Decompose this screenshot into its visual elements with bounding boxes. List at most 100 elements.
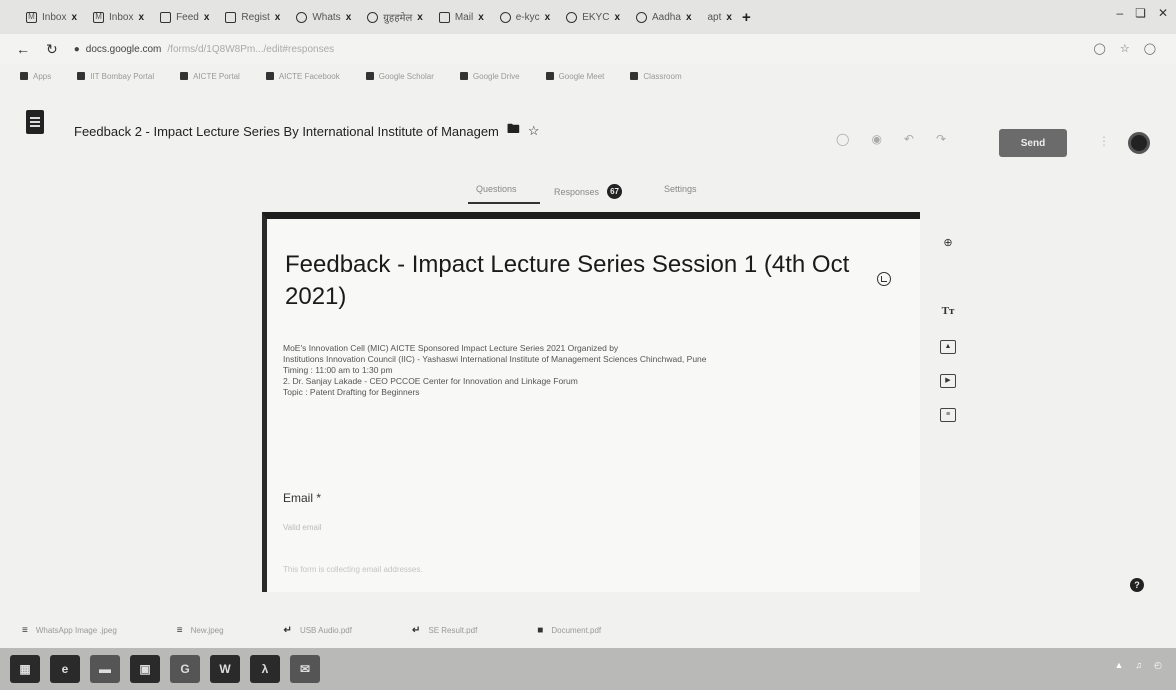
browser-tab[interactable]: apt x: [702, 5, 738, 29]
close-window-icon[interactable]: ✕: [1158, 6, 1168, 20]
browser-tabstrip: M Inbox x M Inbox x Feed x Regist x Whats x ग्र…: [0, 0, 1176, 34]
browser-tab[interactable]: Feed x: [154, 5, 215, 29]
browser-tab[interactable]: Mail x: [433, 5, 490, 29]
bookmark-star-icon[interactable]: ☆: [1120, 42, 1130, 55]
clock-icon[interactable]: ◴: [1154, 660, 1162, 671]
header-tools: ◯ ◉ ↶ ↷: [836, 132, 946, 146]
store-icon[interactable]: ▣: [130, 655, 160, 683]
forms-icon: [160, 11, 172, 23]
browser-tab-active[interactable]: Regist x: [219, 5, 286, 29]
bookmark-item[interactable]: Google Meet: [545, 72, 604, 81]
restore-icon[interactable]: ❏: [1135, 6, 1146, 20]
palette-icon[interactable]: ◯: [836, 132, 849, 146]
network-icon[interactable]: ▲: [1114, 660, 1123, 671]
file-explorer-icon[interactable]: ▬: [90, 655, 120, 683]
taskbar: ▦ e ▬ ▣ G W λ ✉ ▲ ♫ ◴: [0, 648, 1176, 690]
browser-tab[interactable]: EKYC x: [560, 5, 626, 29]
form-header-card[interactable]: Feedback - Impact Lecture Series Session…: [262, 212, 920, 592]
file-icon: ■: [537, 624, 544, 636]
heading-options-icon[interactable]: [877, 272, 891, 286]
more-vert-icon[interactable]: ⋮: [1098, 134, 1110, 148]
outlook-icon[interactable]: ✉: [290, 655, 320, 683]
pdf-icon: ↵: [411, 624, 421, 636]
bookmark-item[interactable]: Google Drive: [459, 72, 520, 81]
bookmark-icon: [365, 72, 374, 80]
browser-tab[interactable]: e-kyc x: [494, 5, 556, 29]
close-tab-icon[interactable]: x: [545, 12, 551, 23]
back-icon[interactable]: ←: [16, 41, 30, 57]
bookmark-icon: [180, 72, 189, 80]
gmail-icon: M: [26, 11, 37, 23]
mail-icon: [438, 11, 450, 23]
minimize-icon[interactable]: –: [1116, 6, 1123, 20]
windows-start-icon[interactable]: ▦: [10, 655, 40, 683]
word-icon[interactable]: W: [210, 655, 240, 683]
acrobat-icon[interactable]: λ: [250, 655, 280, 683]
tab-responses[interactable]: Responses 67: [554, 184, 623, 199]
lock-icon: ●: [73, 43, 80, 55]
form-heading[interactable]: Feedback - Impact Lecture Series Session…: [285, 249, 885, 313]
avatar[interactable]: [1128, 132, 1150, 154]
star-icon[interactable]: ☆: [528, 123, 540, 139]
tab-questions[interactable]: Questions: [476, 184, 517, 194]
ie-icon[interactable]: e: [50, 655, 80, 683]
close-tab-icon[interactable]: x: [417, 12, 423, 23]
bookmark-icon: [77, 72, 86, 80]
volume-icon[interactable]: ♫: [1135, 660, 1142, 671]
folder-icon[interactable]: 🖿: [507, 120, 520, 142]
add-title-icon[interactable]: Tт: [940, 304, 956, 318]
chrome-icon[interactable]: G: [170, 655, 200, 683]
download-item[interactable]: ■ Document.pdf: [537, 625, 601, 636]
close-tab-icon[interactable]: x: [71, 12, 77, 23]
add-video-icon[interactable]: ▶: [940, 374, 956, 388]
close-tab-icon[interactable]: x: [346, 12, 352, 23]
extensions-area: ◯ ☆ ◯: [1094, 42, 1157, 55]
bookmark-item[interactable]: IIT Bombay Portal: [77, 72, 154, 81]
close-tab-icon[interactable]: x: [275, 12, 281, 23]
profile-icon[interactable]: ◯: [1144, 42, 1156, 55]
email-field[interactable]: Valid email: [283, 523, 322, 532]
browser-tab[interactable]: ग्रुहहमेल x: [361, 5, 429, 29]
browser-tab[interactable]: M Inbox x: [20, 5, 83, 29]
reload-icon[interactable]: ↻: [46, 41, 58, 58]
download-item[interactable]: ↵ USB Audio.pdf: [284, 625, 352, 636]
preview-eye-icon[interactable]: ◉: [871, 132, 881, 146]
add-question-icon[interactable]: ⊕: [940, 236, 956, 250]
bookmark-item[interactable]: Google Scholar: [365, 72, 434, 81]
bookmark-item[interactable]: AICTE Portal: [180, 72, 240, 81]
whatsapp-icon: [296, 11, 308, 23]
bookmarks-bar: Apps IIT Bombay Portal AICTE Portal AICT…: [0, 64, 1176, 88]
redo-icon[interactable]: ↷: [936, 132, 946, 146]
close-tab-icon[interactable]: x: [204, 12, 210, 23]
close-tab-icon[interactable]: x: [478, 12, 484, 23]
tab-settings[interactable]: Settings: [664, 184, 697, 194]
extension-icon[interactable]: ◯: [1094, 42, 1106, 55]
bookmark-item[interactable]: AICTE Facebook: [265, 72, 340, 81]
web-icon: [566, 11, 578, 23]
pdf-icon: ↵: [283, 624, 292, 636]
google-forms-logo-icon[interactable]: [26, 110, 44, 134]
browser-tab[interactable]: M Inbox x: [87, 5, 150, 29]
browser-tab[interactable]: Aadha x: [630, 5, 697, 29]
bookmark-item[interactable]: Classroom: [630, 72, 682, 81]
close-tab-icon[interactable]: x: [614, 12, 620, 23]
add-image-icon[interactable]: ▲: [940, 340, 956, 354]
close-tab-icon[interactable]: x: [726, 12, 732, 23]
download-item[interactable]: ≡ New.jpeg: [177, 625, 224, 636]
download-item[interactable]: ↵ SE Result.pdf: [412, 625, 477, 636]
undo-icon[interactable]: ↶: [904, 132, 914, 146]
web-icon: [367, 11, 379, 23]
help-icon[interactable]: ?: [1130, 578, 1144, 592]
add-section-icon[interactable]: ≡: [940, 408, 956, 422]
download-item[interactable]: ≡ WhatsApp Image .jpeg: [22, 625, 117, 636]
close-tab-icon[interactable]: x: [686, 12, 692, 23]
form-description[interactable]: MoE's Innovation Cell (MIC) AICTE Sponso…: [283, 343, 903, 398]
url-field[interactable]: ● docs.google.com /forms/d/1Q8W8Pm.../ed…: [74, 44, 334, 55]
bookmark-icon: [459, 72, 468, 80]
new-tab-button[interactable]: +: [742, 9, 751, 26]
send-button[interactable]: Send: [999, 129, 1067, 157]
bookmark-item[interactable]: Apps: [20, 72, 51, 81]
email-label: Email *: [283, 491, 322, 505]
browser-tab[interactable]: Whats x: [290, 5, 357, 29]
close-tab-icon[interactable]: x: [139, 12, 145, 23]
